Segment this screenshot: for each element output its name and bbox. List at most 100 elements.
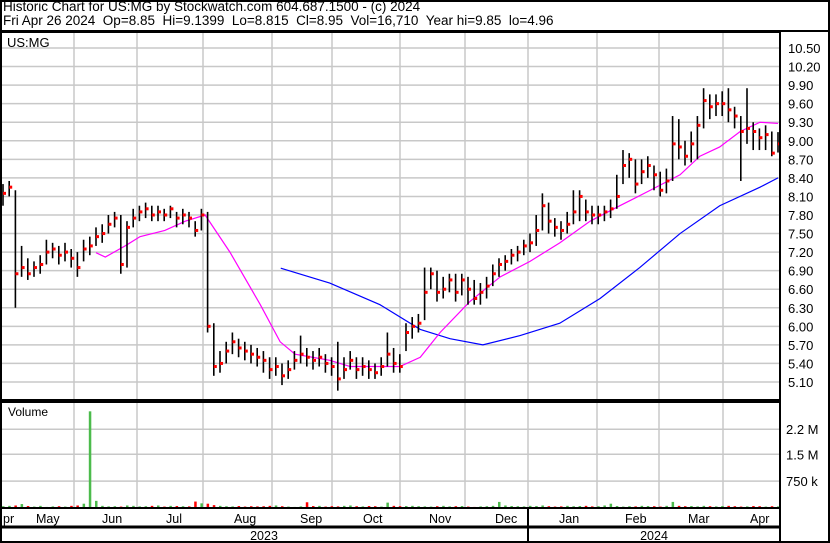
close-tick bbox=[406, 331, 409, 335]
price-tick-label: 7.20 bbox=[788, 245, 813, 260]
close-tick bbox=[753, 129, 757, 133]
close-tick bbox=[331, 365, 335, 369]
close-tick bbox=[530, 241, 533, 245]
close-tick bbox=[740, 129, 744, 133]
close-tick bbox=[15, 272, 19, 276]
close-tick bbox=[424, 290, 428, 294]
volume-bar bbox=[95, 500, 98, 508]
close-tick bbox=[263, 358, 267, 362]
close-tick bbox=[716, 102, 719, 106]
close-tick bbox=[610, 207, 614, 211]
close-tick bbox=[747, 126, 750, 130]
close-tick bbox=[195, 228, 199, 232]
close-tick bbox=[461, 278, 465, 282]
close-tick bbox=[3, 191, 6, 195]
month-label: Feb bbox=[625, 512, 647, 526]
price-tick-label: 8.70 bbox=[788, 152, 813, 167]
close-tick bbox=[399, 365, 403, 369]
close-tick bbox=[660, 188, 664, 192]
close-tick bbox=[27, 272, 31, 276]
month-label: Nov bbox=[429, 512, 452, 526]
month-label: Jul bbox=[166, 512, 182, 526]
price-tick-label: 7.80 bbox=[788, 208, 813, 223]
price-tick-label: 6.90 bbox=[788, 264, 813, 279]
close-tick bbox=[244, 349, 248, 353]
price-tick-label: 5.70 bbox=[788, 338, 813, 353]
close-tick bbox=[492, 272, 496, 276]
close-tick bbox=[375, 371, 378, 375]
close-tick bbox=[703, 99, 707, 103]
close-tick bbox=[412, 324, 416, 328]
close-tick bbox=[517, 250, 521, 254]
close-tick bbox=[542, 204, 546, 208]
price-tick-label: 9.90 bbox=[788, 78, 813, 93]
close-tick bbox=[151, 213, 155, 217]
close-tick bbox=[306, 355, 310, 359]
close-tick bbox=[275, 365, 279, 369]
close-tick bbox=[319, 355, 323, 359]
close-tick bbox=[511, 253, 515, 257]
price-tick-label: 9.00 bbox=[788, 134, 813, 149]
close-tick bbox=[96, 235, 99, 239]
close-tick bbox=[486, 284, 490, 288]
close-tick bbox=[635, 182, 639, 186]
close-tick bbox=[139, 210, 143, 214]
close-tick bbox=[77, 266, 81, 270]
close-tick bbox=[592, 213, 595, 217]
close-tick bbox=[697, 123, 701, 127]
close-tick bbox=[344, 368, 347, 372]
volume-tick-label: 2.2 M bbox=[786, 422, 819, 437]
month-label: Oct bbox=[363, 512, 383, 526]
month-label: Aug bbox=[234, 512, 256, 526]
close-tick bbox=[455, 290, 459, 294]
close-tick bbox=[58, 253, 62, 257]
close-tick bbox=[83, 247, 87, 251]
close-tick bbox=[616, 194, 620, 198]
close-tick bbox=[232, 340, 236, 344]
close-tick bbox=[623, 164, 626, 168]
close-tick bbox=[362, 365, 366, 369]
close-tick bbox=[685, 154, 688, 158]
close-tick bbox=[213, 365, 217, 369]
year-label: 2024 bbox=[640, 529, 668, 543]
close-tick bbox=[474, 296, 478, 300]
close-tick bbox=[269, 368, 273, 372]
close-tick bbox=[21, 266, 25, 270]
close-tick bbox=[133, 216, 137, 220]
close-tick bbox=[350, 358, 354, 362]
volume-tick-label: 1.5 M bbox=[786, 447, 819, 462]
month-label: Dec bbox=[495, 512, 517, 526]
symbol-label: US:MG bbox=[7, 35, 50, 50]
close-tick bbox=[567, 222, 571, 226]
close-tick bbox=[598, 213, 602, 217]
close-tick bbox=[585, 210, 589, 214]
price-tick-label: 7.50 bbox=[788, 227, 813, 242]
close-tick bbox=[641, 170, 645, 174]
close-tick bbox=[654, 173, 657, 177]
close-tick bbox=[257, 355, 261, 359]
month-label: Sep bbox=[300, 512, 322, 526]
month-label: pr bbox=[3, 512, 14, 526]
close-tick bbox=[325, 361, 329, 365]
close-tick bbox=[604, 210, 608, 214]
month-label: Mar bbox=[688, 512, 710, 526]
price-tick-label: 5.10 bbox=[788, 375, 813, 390]
close-tick bbox=[579, 194, 583, 198]
close-tick bbox=[765, 133, 769, 137]
close-tick bbox=[102, 232, 106, 236]
close-tick bbox=[393, 361, 397, 365]
close-tick bbox=[573, 210, 577, 214]
close-tick bbox=[449, 278, 453, 282]
close-tick bbox=[771, 151, 775, 155]
price-tick-label: 10.20 bbox=[788, 60, 821, 75]
close-tick bbox=[9, 185, 13, 189]
price-tick-label: 8.10 bbox=[788, 189, 813, 204]
month-label: May bbox=[36, 512, 60, 526]
close-tick bbox=[220, 361, 223, 365]
close-tick bbox=[251, 352, 254, 356]
close-tick bbox=[381, 365, 385, 369]
close-tick bbox=[189, 216, 192, 220]
close-tick bbox=[709, 105, 713, 109]
close-tick bbox=[368, 368, 372, 372]
close-tick bbox=[238, 346, 242, 350]
